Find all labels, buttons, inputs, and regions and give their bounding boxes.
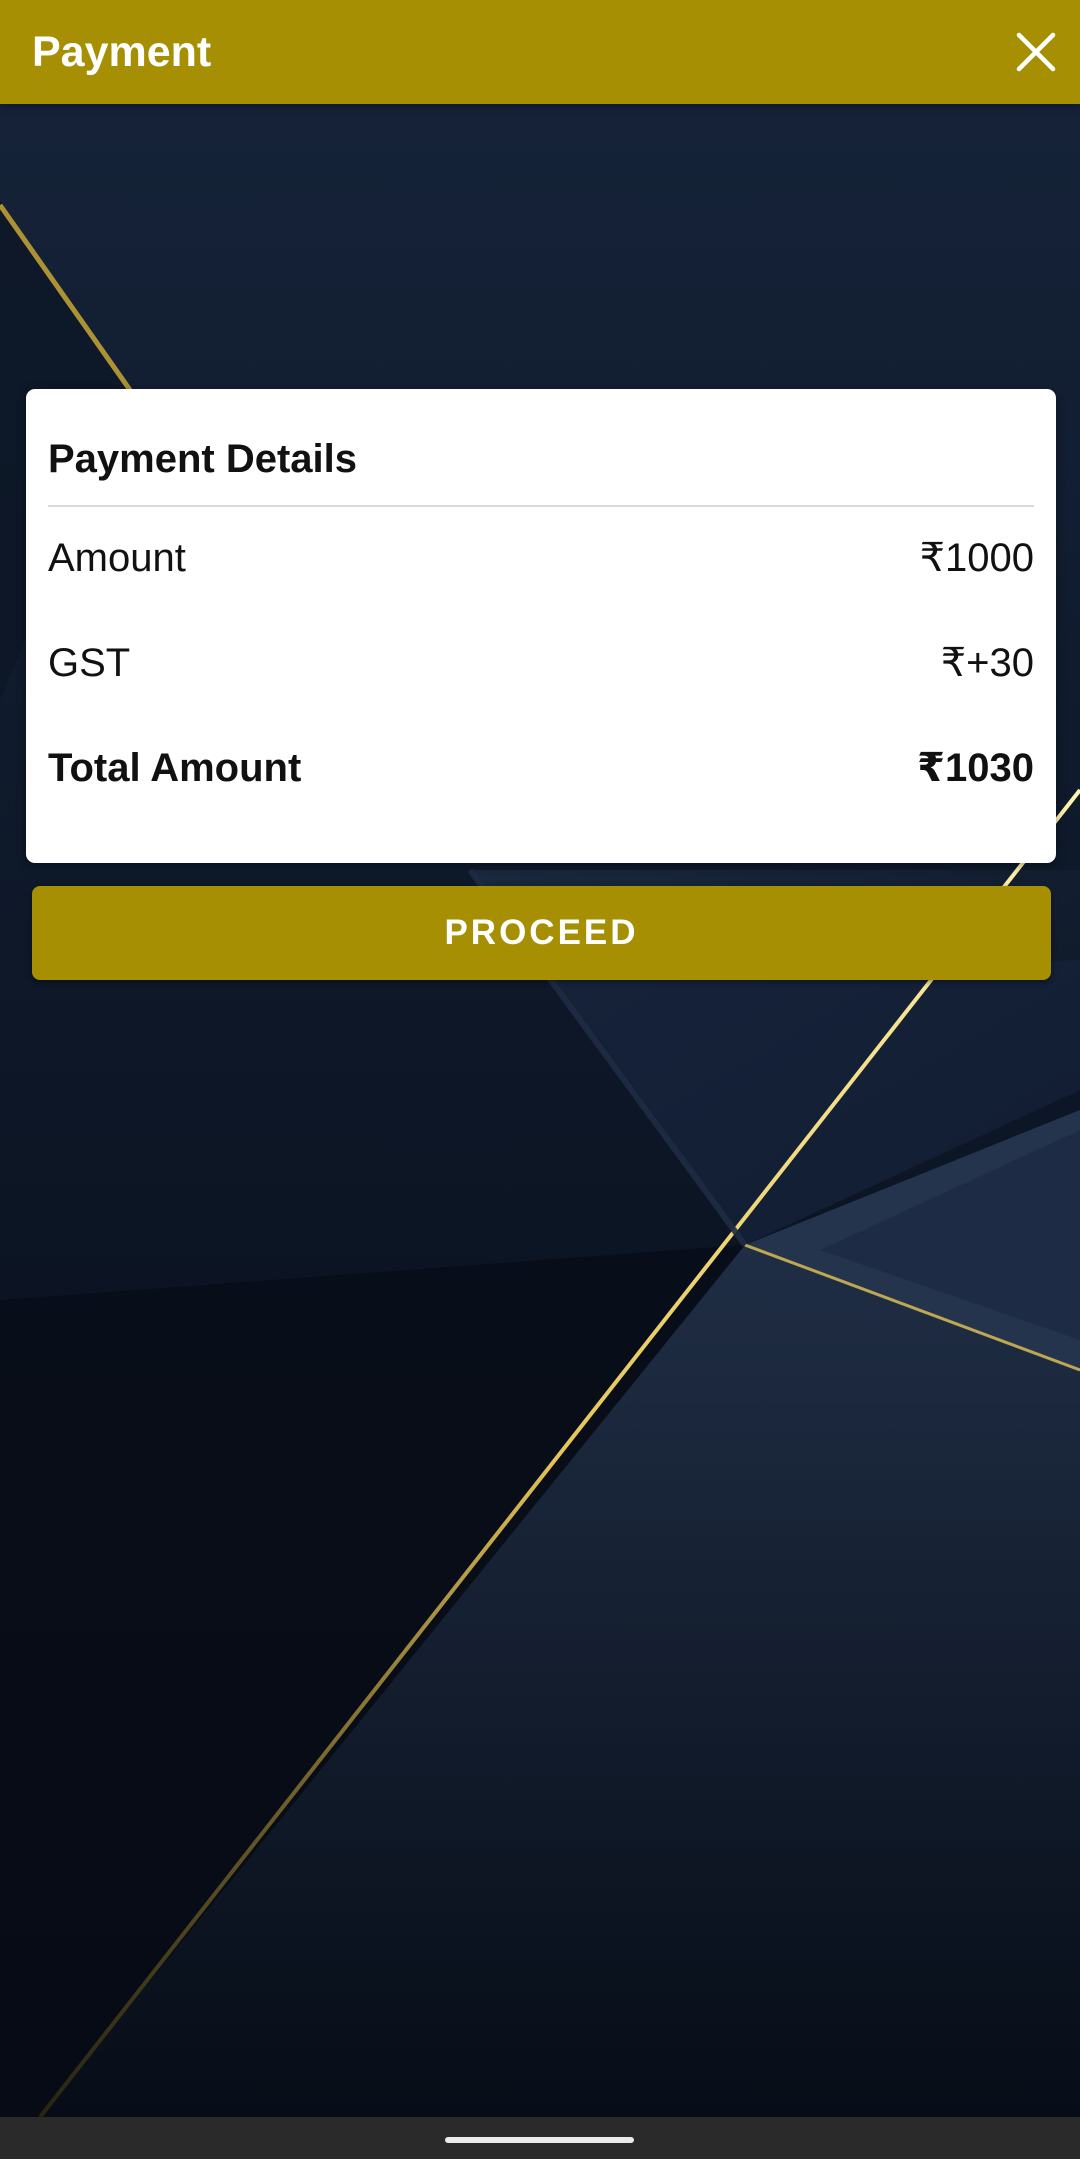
gst-value: ₹+30 xyxy=(940,641,1034,685)
total-amount-label: Total Amount xyxy=(48,745,302,790)
background-artwork xyxy=(0,0,1080,2159)
proceed-button[interactable]: PROCEED xyxy=(32,886,1051,980)
amount-value: ₹1000 xyxy=(919,536,1034,580)
total-amount-value: ₹1030 xyxy=(917,746,1034,790)
amount-row: Amount ₹1000 xyxy=(48,530,1034,586)
gst-row: GST ₹+30 xyxy=(48,635,1034,691)
app-bar: Payment xyxy=(0,0,1080,104)
amount-label: Amount xyxy=(48,535,186,580)
page-title: Payment xyxy=(32,28,212,76)
close-icon xyxy=(1016,32,1056,72)
home-indicator[interactable] xyxy=(445,2137,634,2143)
total-amount-row: Total Amount ₹1030 xyxy=(48,740,1034,796)
card-title: Payment Details xyxy=(48,437,358,481)
system-navigation-bar xyxy=(0,2117,1080,2159)
divider xyxy=(48,505,1034,507)
payment-details-card: Payment Details Amount ₹1000 GST ₹+30 To… xyxy=(26,389,1056,863)
gst-label: GST xyxy=(48,640,131,685)
close-button[interactable] xyxy=(1006,22,1066,82)
